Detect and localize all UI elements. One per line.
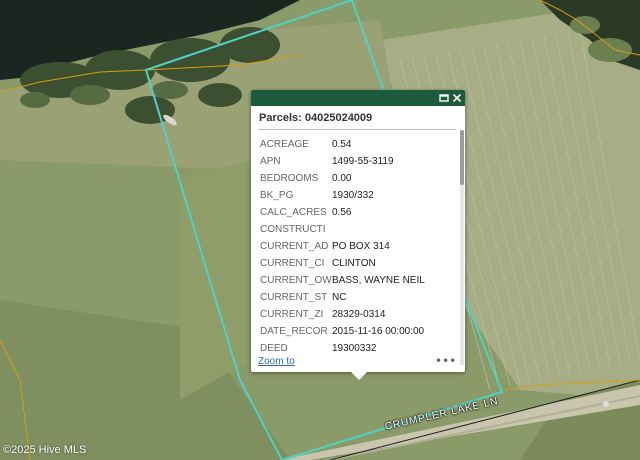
attribute-value: 0.56	[332, 207, 352, 218]
table-row: DEED 19300332	[260, 340, 450, 357]
attribute-value: 2015-11-16 00:00:00	[332, 326, 425, 337]
table-row: APN 1499-55-3119	[260, 153, 450, 170]
table-row: CURRENT_OW BASS, WAYNE NEIL	[260, 272, 450, 289]
attribute-value	[332, 221, 450, 238]
table-row: CURRENT_ST NC	[260, 289, 450, 306]
popup-header	[251, 90, 465, 106]
table-row: CURRENT_ZI 28329-0314	[260, 306, 450, 323]
copyright-text: ©2025 Hive MLS	[3, 444, 87, 456]
attribute-value: 28329-0314	[332, 309, 386, 320]
attribute-key: CONSTRUCTI	[260, 224, 326, 235]
table-row: ACREAGE 0.54	[260, 136, 450, 153]
attribute-key: APN	[260, 156, 281, 167]
close-icon[interactable]	[450, 91, 464, 105]
maximize-icon[interactable]	[437, 91, 451, 105]
attribute-value: BASS, WAYNE NEIL	[332, 275, 425, 286]
attribute-key: BK_PG	[260, 190, 294, 201]
attribute-key: CALC_ACRES	[260, 207, 327, 218]
attribute-table: ACREAGE 0.54 APN 1499-55-3119 BEDROOMS 0.00…	[260, 136, 450, 357]
table-row: BK_PG 1930/332	[260, 187, 450, 204]
attribute-key: DEED	[260, 343, 288, 354]
attribute-key: CURRENT_ST	[260, 292, 328, 303]
attribute-key: DATE_RECOR	[260, 326, 328, 337]
attribute-key: ACREAGE	[260, 139, 309, 150]
popup-title: Parcels: 04025024009	[259, 112, 373, 124]
popup-scrollbar[interactable]	[460, 130, 464, 365]
attribute-value: CLINTON	[332, 258, 376, 269]
scrollbar-thumb[interactable]	[460, 130, 464, 185]
table-row: CURRENT_CI CLINTON	[260, 255, 450, 272]
attribute-value: PO BOX 314	[332, 241, 390, 252]
attribute-key: CURRENT_OW	[260, 275, 332, 286]
parcel-popup: Parcels: 04025024009 ACREAGE 0.54 APN 1499…	[251, 90, 465, 372]
attribute-value: 0.54	[332, 139, 352, 150]
attribute-value: 1930/332	[332, 190, 374, 201]
attribute-value: 19300332	[332, 343, 377, 354]
attribute-key: CURRENT_AD	[260, 241, 329, 252]
attribute-value: 1499-55-3119	[332, 156, 394, 167]
table-row: BEDROOMS 0.00	[260, 170, 450, 187]
zoom-to-link[interactable]: Zoom to	[258, 356, 295, 367]
attribute-key: CURRENT_CI	[260, 258, 325, 269]
table-row: CALC_ACRES 0.56	[260, 204, 450, 221]
popup-pointer	[351, 372, 367, 380]
more-options-button[interactable]: •••	[435, 354, 456, 368]
table-row: DATE_RECOR 2015-11-16 00:00:00	[260, 323, 450, 340]
attribute-key: BEDROOMS	[260, 173, 319, 184]
attribute-key: CURRENT_ZI	[260, 309, 324, 320]
attribute-value: NC	[332, 292, 347, 303]
attribute-value: 0.00	[332, 173, 352, 184]
table-row: CONSTRUCTI	[260, 221, 450, 238]
table-row: CURRENT_AD PO BOX 314	[260, 238, 450, 255]
title-divider	[258, 129, 456, 130]
